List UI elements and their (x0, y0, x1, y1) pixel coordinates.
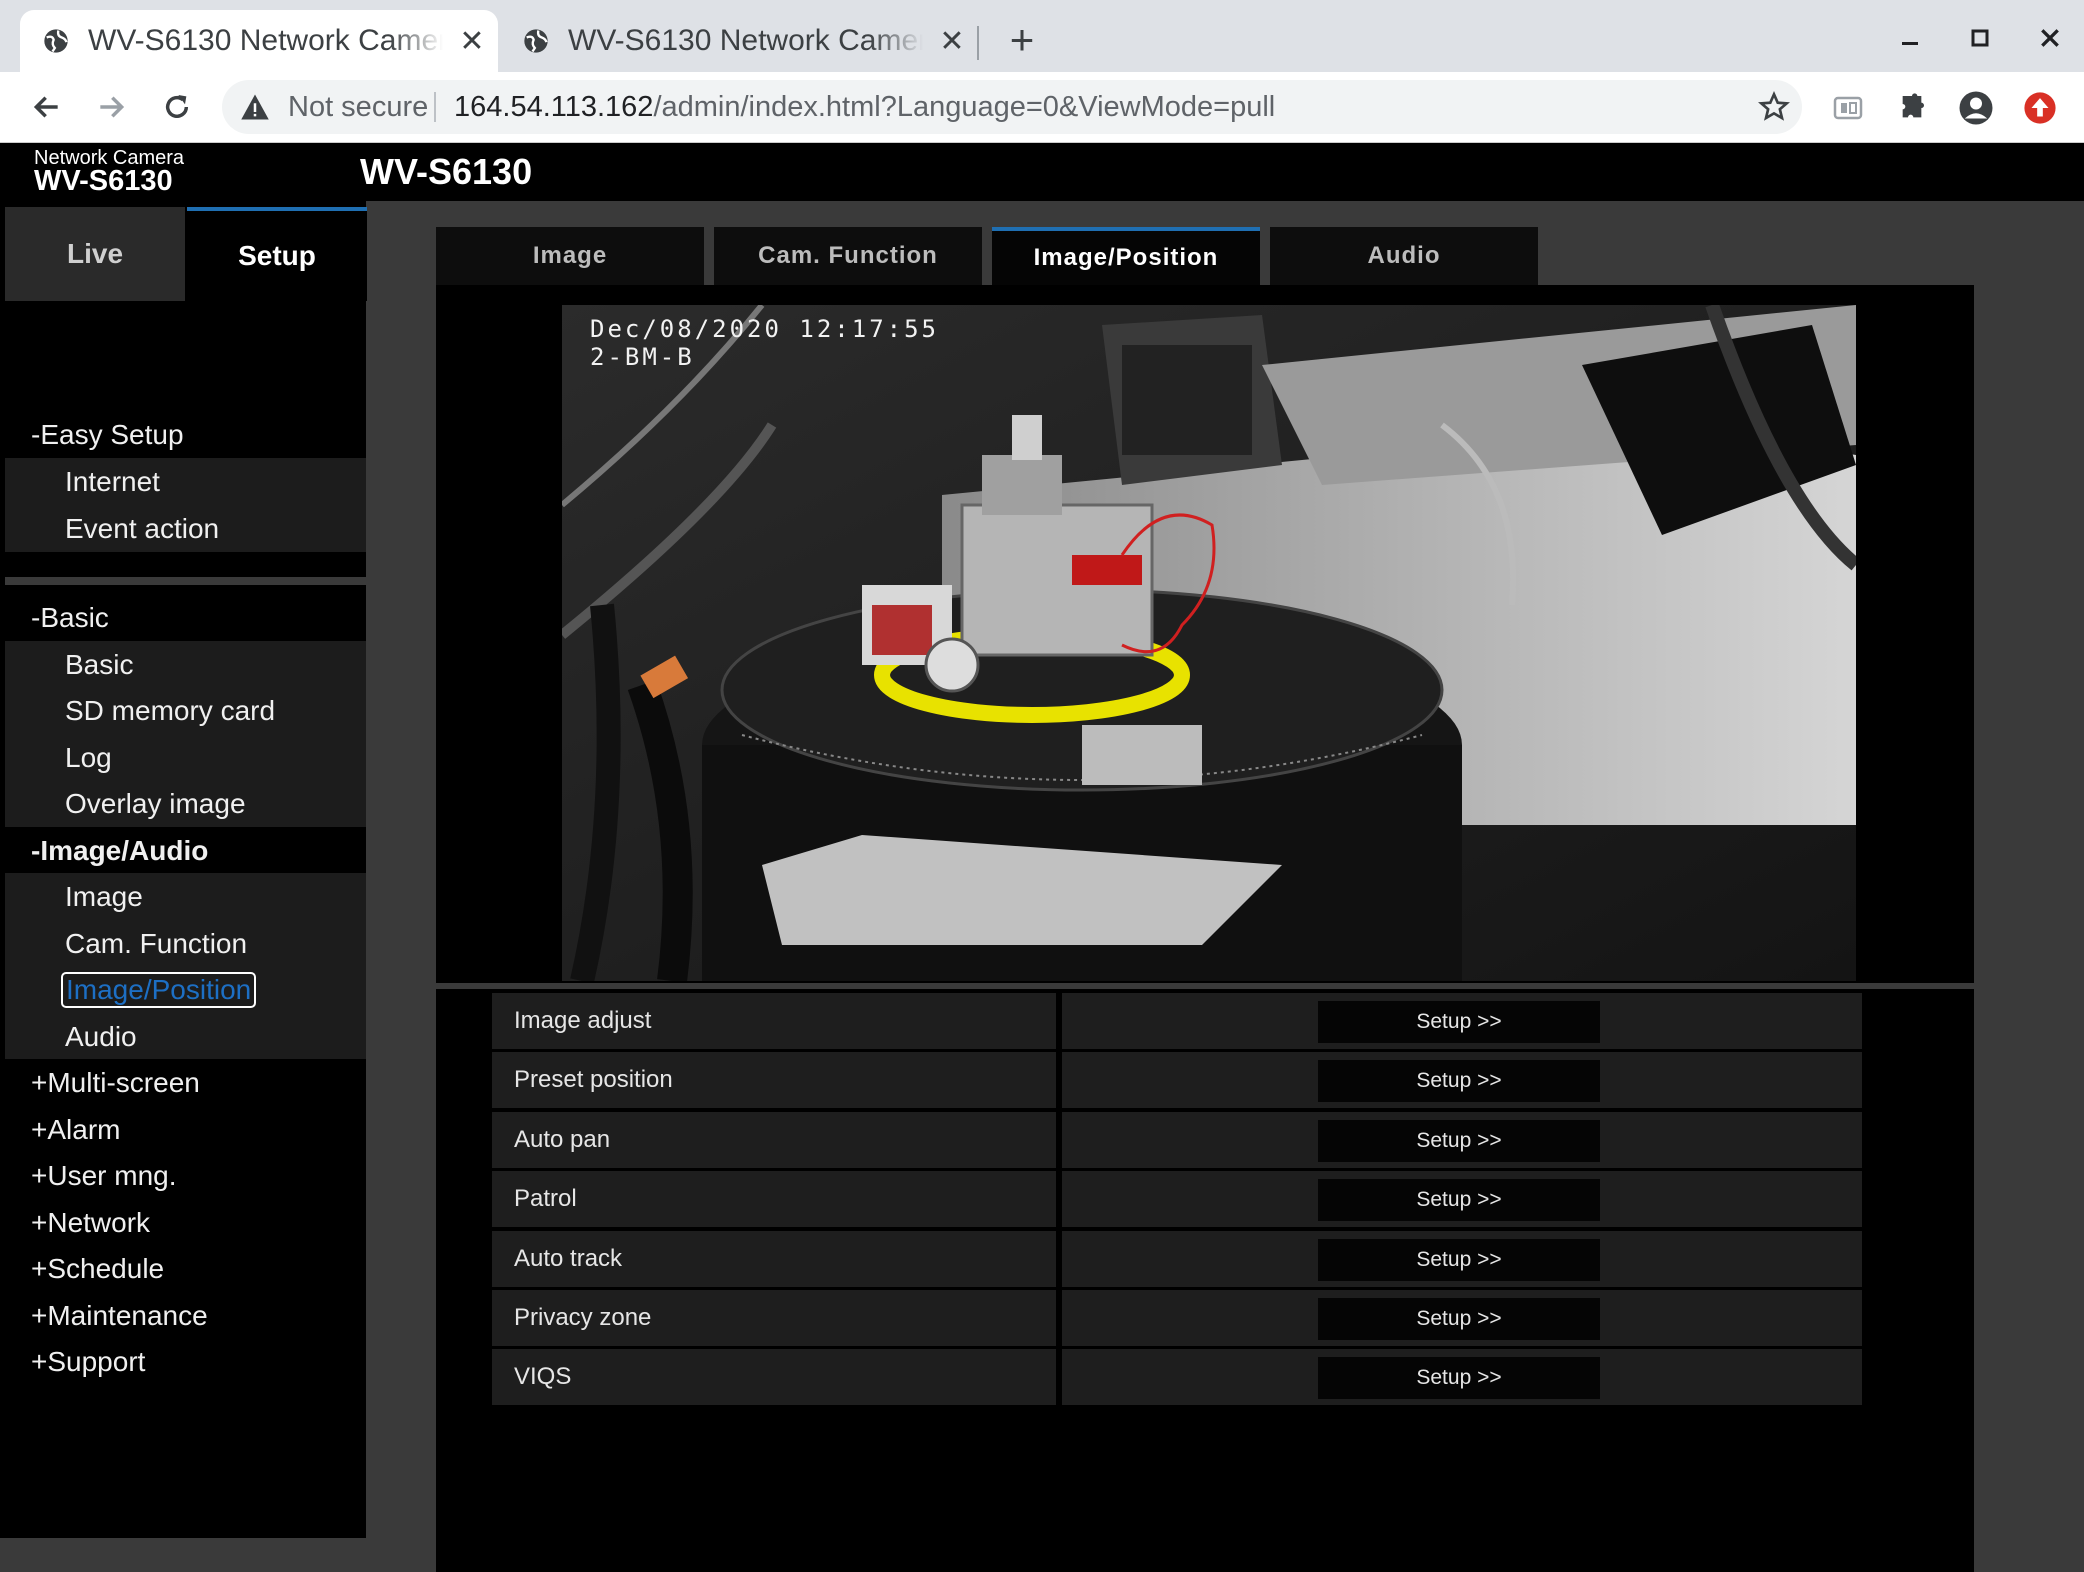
tab-cam-function[interactable]: Cam. Function (714, 227, 982, 285)
settings-row: VIQS Setup >> (492, 1349, 1862, 1405)
image-position-settings: Image adjust Setup >> Preset position Se… (436, 989, 1974, 1572)
setting-label: Auto track (492, 1231, 1056, 1287)
settings-row: Preset position Setup >> (492, 1052, 1862, 1108)
window-close-icon[interactable] (2028, 16, 2072, 60)
camera-page: Network Camera WV-S6130 WV-S6130 Live Se… (0, 143, 2084, 1572)
warning-icon (241, 94, 269, 120)
settings-row: Privacy zone Setup >> (492, 1290, 1862, 1346)
setting-cell: Setup >> (1062, 1231, 1862, 1287)
menu-internet[interactable]: Internet (5, 458, 366, 505)
tab-setup[interactable]: Setup (187, 207, 367, 301)
menu-image[interactable]: Image (5, 873, 366, 920)
menu-maintenance[interactable]: +Maintenance (5, 1292, 366, 1339)
camera-scene-image (562, 305, 1856, 981)
setting-cell: Setup >> (1062, 1290, 1862, 1346)
extensions-puzzle-icon[interactable] (1892, 88, 1932, 128)
video-panel: Dec/08/2020 12:17:55 2-BM-B (436, 285, 1974, 983)
not-secure-label: Not secure (288, 91, 429, 123)
omnibox-divider (434, 92, 436, 122)
close-tab-icon[interactable]: ✕ (457, 25, 487, 58)
setting-cell: Setup >> (1062, 1349, 1862, 1405)
setting-label: Preset position (492, 1052, 1056, 1108)
preset-position-setup-button[interactable]: Setup >> (1318, 1060, 1600, 1102)
new-tab-plus-icon[interactable]: + (1000, 16, 1044, 63)
settings-row: Image adjust Setup >> (492, 993, 1862, 1049)
setting-cell: Setup >> (1062, 993, 1862, 1049)
setting-label: VIQS (492, 1349, 1056, 1405)
setting-cell: Setup >> (1062, 1052, 1862, 1108)
forward-arrow-icon[interactable] (88, 84, 134, 130)
browser-toolbar: Not secure 164.54.113.162/admin/index.ht… (0, 72, 2084, 143)
menu-schedule[interactable]: +Schedule (5, 1245, 366, 1292)
image-adjust-setup-button[interactable]: Setup >> (1318, 1001, 1600, 1043)
setting-label: Privacy zone (492, 1290, 1056, 1346)
menu-log[interactable]: Log (5, 734, 366, 781)
tab-audio[interactable]: Audio (1270, 227, 1538, 285)
menu-easy-setup[interactable]: -Easy Setup (5, 411, 366, 458)
setting-label: Auto pan (492, 1112, 1056, 1168)
patrol-setup-button[interactable]: Setup >> (1318, 1179, 1600, 1221)
globe-icon (524, 29, 548, 53)
bookmark-star-icon[interactable] (1758, 91, 1790, 123)
minimize-icon[interactable] (1888, 16, 1932, 60)
video-camera-label: 2-BM-B (590, 343, 695, 371)
menu-alarm[interactable]: +Alarm (5, 1106, 366, 1153)
settings-row: Auto track Setup >> (492, 1231, 1862, 1287)
page-title: WV-S6130 (360, 151, 533, 192)
tab-image[interactable]: Image (436, 227, 704, 285)
reload-icon[interactable] (154, 84, 200, 130)
browser-tabstrip: WV-S6130 Network Camera ✕ WV-S6130 Netwo… (0, 0, 2084, 72)
setup-sidebar: Live Setup -Easy Setup Internet Event ac… (0, 201, 367, 1538)
tab-title: WV-S6130 Network Camera (568, 24, 923, 57)
menu-sd-memory-card[interactable]: SD memory card (5, 687, 366, 734)
update-badge-icon[interactable] (2020, 88, 2060, 128)
menu-divider (5, 577, 366, 585)
maximize-icon[interactable] (1958, 16, 2002, 60)
close-tab-icon[interactable]: ✕ (937, 25, 967, 58)
menu-basic[interactable]: Basic (5, 641, 366, 688)
settings-row: Auto pan Setup >> (492, 1112, 1862, 1168)
tab-image-position[interactable]: Image/Position (992, 227, 1260, 285)
browser-tab-1[interactable]: WV-S6130 Network Camera ✕ (20, 10, 498, 72)
menu-image-audio[interactable]: -Image/Audio (5, 827, 366, 874)
tab-title: WV-S6130 Network Camera (88, 24, 443, 57)
tab-live[interactable]: Live (5, 207, 185, 301)
menu-basic-group[interactable]: -Basic (5, 594, 366, 641)
url-text: 164.54.113.162/admin/index.html?Language… (454, 91, 1275, 124)
brand-model: WV-S6130 (34, 165, 173, 197)
url-path: /admin/index.html?Language=0&ViewMode=pu… (653, 91, 1276, 123)
menu-image-position-label: Image/Position (61, 971, 257, 1008)
viqs-setup-button[interactable]: Setup >> (1318, 1357, 1600, 1399)
back-arrow-icon[interactable] (24, 84, 70, 130)
auto-pan-setup-button[interactable]: Setup >> (1318, 1120, 1600, 1162)
menu-overlay-image[interactable]: Overlay image (5, 780, 366, 827)
menu-audio[interactable]: Audio (5, 1013, 366, 1060)
menu-multi-screen[interactable]: +Multi-screen (5, 1059, 366, 1106)
video-timestamp: Dec/08/2020 12:17:55 (590, 315, 939, 343)
menu-event-action[interactable]: Event action (5, 505, 366, 552)
menu-cam-function[interactable]: Cam. Function (5, 920, 366, 967)
menu-support[interactable]: +Support (5, 1338, 366, 1385)
reader-mode-icon[interactable] (1828, 88, 1868, 128)
setting-label: Patrol (492, 1171, 1056, 1227)
menu-network[interactable]: +Network (5, 1199, 366, 1246)
menu-user-mng[interactable]: +User mng. (5, 1152, 366, 1199)
browser-tab-2[interactable]: WV-S6130 Network Camera ✕ (500, 10, 978, 72)
live-video-image[interactable]: Dec/08/2020 12:17:55 2-BM-B (562, 305, 1856, 981)
privacy-zone-setup-button[interactable]: Setup >> (1318, 1298, 1600, 1340)
menu-image-position[interactable]: Image/Position (5, 966, 366, 1013)
url-host: 164.54.113.162 (454, 91, 654, 123)
setting-label: Image adjust (492, 993, 1056, 1049)
app-header: Network Camera WV-S6130 WV-S6130 (0, 143, 2084, 201)
settings-row: Patrol Setup >> (492, 1171, 1862, 1227)
globe-icon (44, 29, 68, 53)
profile-avatar-icon[interactable] (1956, 88, 1996, 128)
setting-cell: Setup >> (1062, 1112, 1862, 1168)
auto-track-setup-button[interactable]: Setup >> (1318, 1239, 1600, 1281)
setting-cell: Setup >> (1062, 1171, 1862, 1227)
tab-divider (977, 26, 979, 60)
address-bar[interactable]: Not secure 164.54.113.162/admin/index.ht… (222, 80, 1802, 134)
